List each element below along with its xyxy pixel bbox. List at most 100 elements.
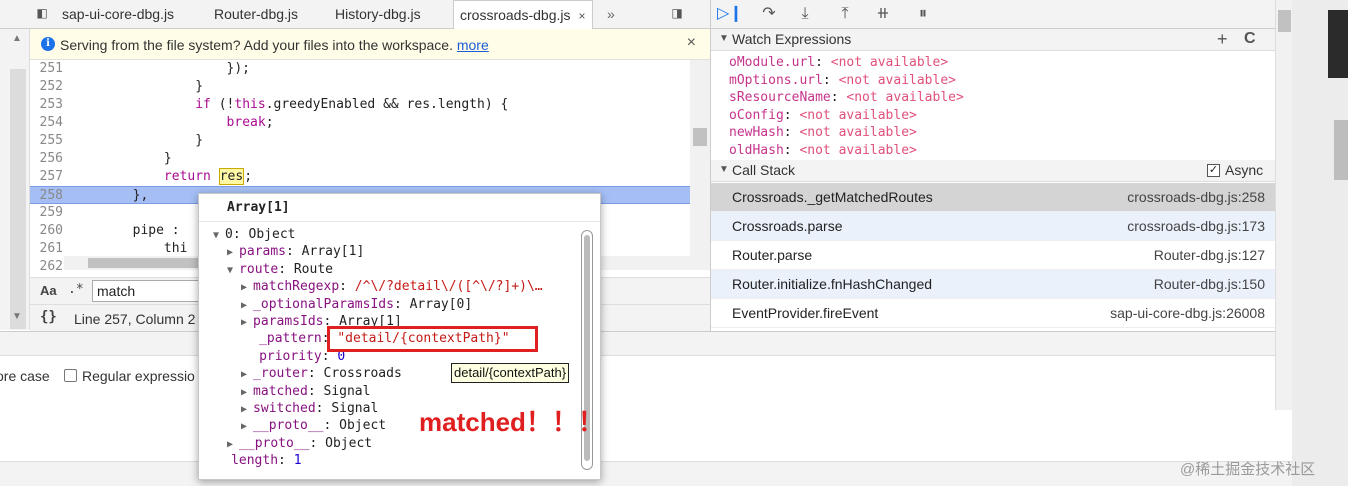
line-number[interactable]: 251 (30, 60, 63, 78)
divider (199, 221, 600, 222)
tree-node[interactable]: ▶ matched: Signal (241, 383, 370, 401)
collapsed-triangle-icon[interactable]: ▶ (241, 300, 253, 311)
tree-node[interactable]: ▶ __proto__: Object (227, 435, 372, 453)
call-frame[interactable]: Crossroads.parse crossroads-dbg.js:173 (711, 212, 1276, 241)
collapsed-triangle-icon[interactable]: ▶ (241, 387, 253, 398)
tab-history[interactable]: History-dbg.js (335, 0, 421, 29)
code-line[interactable]: 251 }); (30, 60, 690, 78)
navigator-scroll-thumb[interactable] (10, 69, 26, 329)
watch-expression[interactable]: newHash: <not available> (729, 124, 917, 141)
code-line[interactable]: 256 } (30, 150, 690, 168)
pretty-print-button[interactable]: {} (40, 309, 57, 325)
watch-value: <not available> (830, 55, 949, 70)
line-number[interactable]: 262 (30, 258, 63, 270)
code-line[interactable]: 253 if (!this.greedyEnabled && res.lengt… (30, 96, 690, 114)
close-tab-icon[interactable]: × (579, 9, 586, 23)
call-frame[interactable]: EventProvider.fireEvent sap-ui-core-dbg.j… (711, 299, 1276, 328)
toggle-debugger-icon[interactable]: ◨ (668, 5, 686, 23)
line-number[interactable]: 260 (30, 222, 63, 240)
scroll-down-icon[interactable]: ▼ (12, 311, 22, 322)
tab-router[interactable]: Router-dbg.js (214, 0, 298, 29)
call-frame[interactable]: Router.parse Router-dbg.js:127 (711, 241, 1276, 270)
add-watch-icon[interactable]: + (1217, 29, 1228, 50)
step-out-icon[interactable]: ⤒ (833, 3, 857, 25)
code-line[interactable]: 254 break; (30, 114, 690, 132)
resume-icon[interactable]: ▷❙ (717, 3, 743, 25)
toggle-navigator-icon[interactable]: ◧ (33, 5, 51, 23)
line-number[interactable]: 253 (30, 96, 63, 114)
watch-header[interactable]: ▼ Watch Expressions + C (711, 29, 1276, 51)
collapsed-triangle-icon[interactable]: ▶ (241, 317, 253, 328)
code-line[interactable]: 255 } (30, 132, 690, 150)
line-number[interactable]: 258 (30, 187, 63, 205)
tree-node[interactable]: ▶ matchRegexp: /^\/?detail\/([^\/?]+)\… (241, 278, 543, 296)
more-link[interactable]: more (457, 37, 489, 53)
regex-checkbox[interactable] (64, 369, 77, 382)
call-frame[interactable]: Router.initialize.fnHashChanged Router-db… (711, 270, 1276, 299)
line-number[interactable]: 254 (30, 114, 63, 132)
property-name: matched (253, 383, 308, 399)
frame-location[interactable]: crossroads-dbg.js:173 (1127, 218, 1265, 234)
tab-sap-ui-core[interactable]: sap-ui-core-dbg.js (62, 0, 174, 29)
tree-node[interactable]: ▶ _optionalParamsIds: Array[0] (241, 296, 472, 314)
code-line[interactable]: 252 } (30, 78, 690, 96)
tree-node[interactable]: ▼ 0: Object (213, 226, 296, 244)
tree-node[interactable]: ▼ route: Route (227, 261, 333, 279)
scroll-thumb[interactable] (88, 258, 208, 268)
async-checkbox[interactable]: ✓ (1207, 164, 1220, 177)
editor-vertical-scrollbar[interactable] (690, 60, 710, 270)
scroll-up-icon[interactable]: ▲ (12, 33, 22, 44)
call-stack-header[interactable]: ▼ Call Stack ✓ Async (711, 160, 1276, 182)
line-number[interactable]: 252 (30, 78, 63, 96)
frame-location[interactable]: crossroads-dbg.js:258 (1127, 189, 1265, 205)
regex-label[interactable]: Regular expressio (82, 368, 195, 384)
collapsed-triangle-icon[interactable]: ▶ (241, 421, 253, 432)
line-number[interactable]: 256 (30, 150, 63, 168)
ignore-case-label[interactable]: ore case (0, 368, 50, 384)
scroll-thumb[interactable] (693, 128, 707, 146)
collapsed-triangle-icon[interactable]: ▶ (227, 247, 239, 258)
collapsed-triangle-icon[interactable]: ▶ (227, 439, 239, 450)
tab-crossroads[interactable]: crossroads-dbg.js × (453, 0, 593, 30)
property-name: switched (253, 401, 316, 416)
frame-location[interactable]: Router-dbg.js:150 (1154, 276, 1265, 292)
line-source: break; (226, 115, 274, 130)
watch-expression[interactable]: mOptions.url: <not available> (729, 72, 956, 89)
tree-node[interactable]: ▶ params: Array[1] (227, 243, 364, 261)
line-number[interactable]: 257 (30, 168, 63, 186)
tree-node[interactable]: ▶ _router: Crossroads (241, 365, 402, 383)
collapsed-triangle-icon[interactable]: ▶ (241, 404, 253, 415)
deactivate-breakpoints-icon[interactable]: ⧺ (871, 3, 895, 25)
collapsed-triangle-icon[interactable]: ▶ (241, 369, 253, 380)
regex-toggle[interactable]: .* (68, 282, 84, 297)
code-line[interactable]: 257 return res; (30, 168, 690, 186)
property-value: Signal (331, 401, 379, 416)
watch-expression[interactable]: oModule.url: <not available> (729, 54, 948, 71)
watch-expression[interactable]: sResourceName: <not available> (729, 89, 964, 106)
watch-expression[interactable]: oldHash: <not available> (729, 142, 917, 159)
line-number[interactable]: 255 (30, 132, 63, 150)
pause-on-exceptions-icon[interactable]: ⏸ (911, 3, 935, 25)
tree-node[interactable]: ▶ switched: Signal (241, 400, 378, 418)
collapsed-triangle-icon[interactable]: ▶ (241, 282, 253, 293)
watch-expression[interactable]: oConfig: <not available> (729, 107, 917, 124)
call-frame[interactable]: Crossroads._getMatchedRoutes crossroads-d… (711, 183, 1276, 212)
async-label[interactable]: Async (1225, 162, 1263, 178)
expanded-triangle-icon[interactable]: ▼ (227, 265, 239, 276)
line-number[interactable]: 261 (30, 240, 63, 258)
tree-node[interactable]: ▶ __proto__: Object (241, 417, 386, 435)
sidebar-scrollbar[interactable] (1275, 0, 1292, 410)
close-infobar-icon[interactable]: × (687, 34, 696, 52)
line-number[interactable]: 259 (30, 204, 63, 222)
match-case-toggle[interactable]: Aa (40, 283, 57, 298)
step-over-icon[interactable]: ↷ (757, 3, 781, 25)
step-into-icon[interactable]: ⤓ (793, 3, 817, 25)
property-value: Object (248, 227, 296, 242)
frame-location[interactable]: Router-dbg.js:127 (1154, 247, 1265, 263)
expanded-triangle-icon[interactable]: ▼ (213, 230, 225, 241)
refresh-watch-icon[interactable]: C (1244, 30, 1256, 48)
property-value: Object (339, 418, 387, 434)
frame-location[interactable]: sap-ui-core-dbg.js:26008 (1110, 305, 1265, 321)
tabs-overflow-button[interactable]: » (607, 0, 615, 29)
scroll-thumb[interactable] (1278, 10, 1291, 32)
